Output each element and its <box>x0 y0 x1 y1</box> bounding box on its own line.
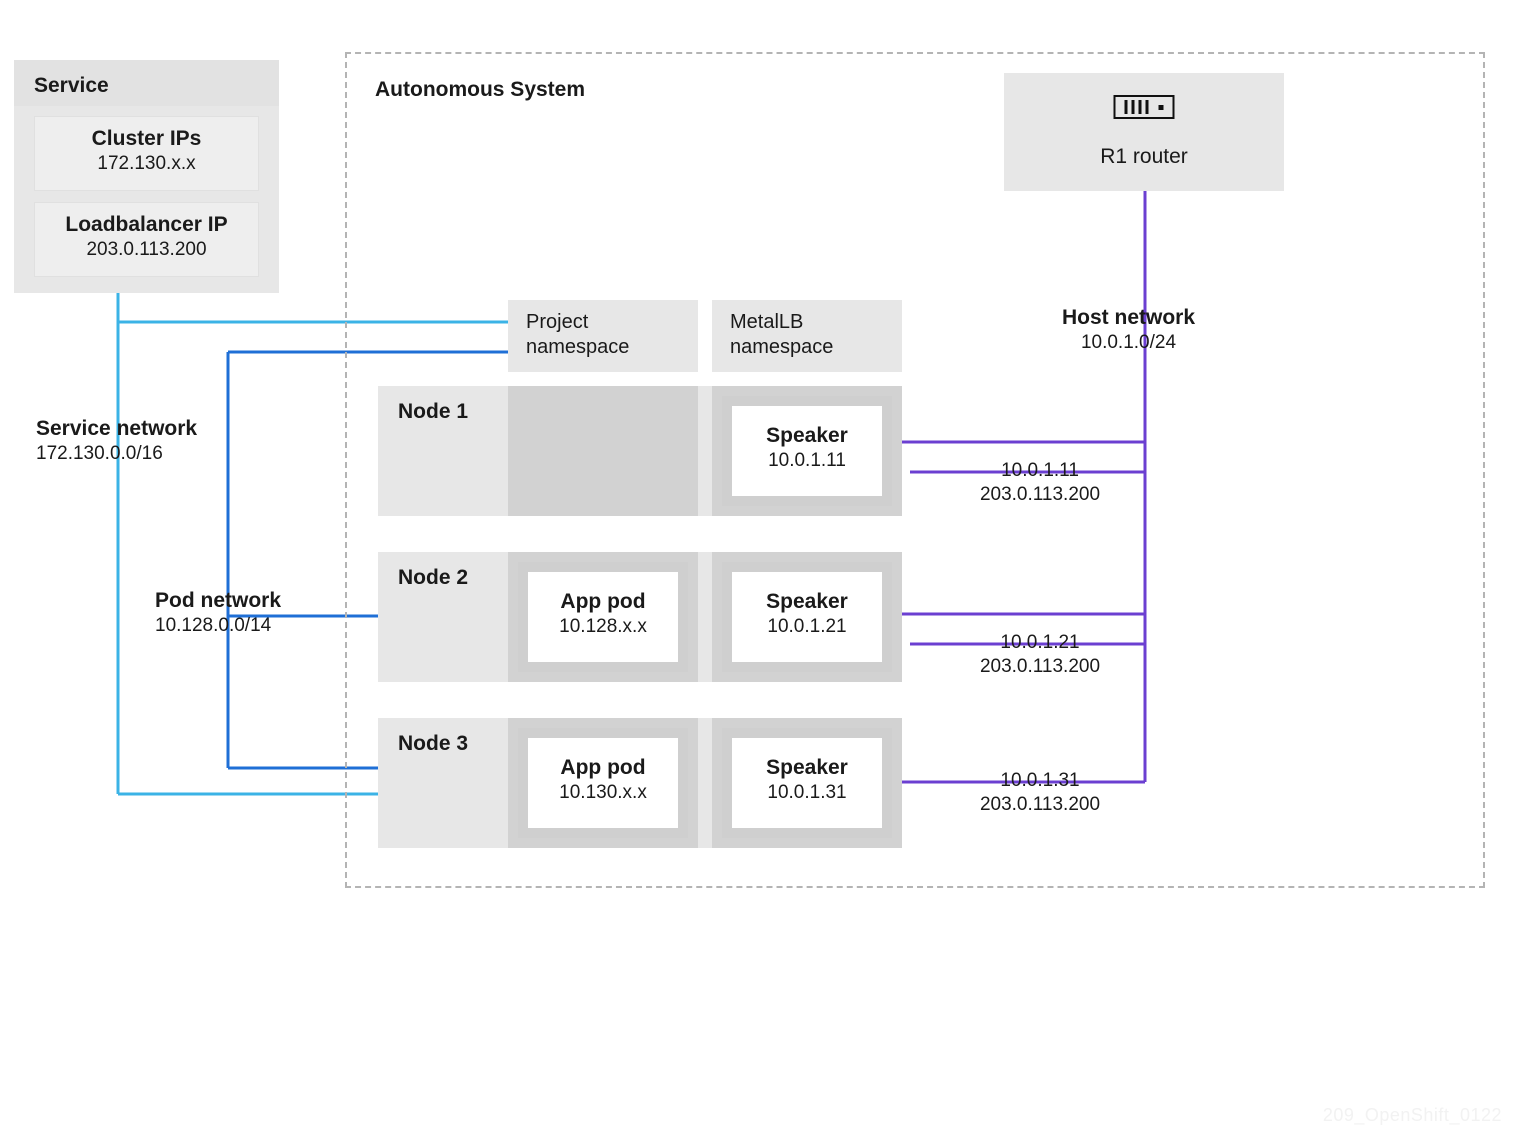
node-1-row: Node 1 Speaker 10.0.1.11 <box>378 386 902 516</box>
router-icon <box>1114 95 1175 119</box>
lb-ip-box: Loadbalancer IP 203.0.113.200 <box>34 202 259 277</box>
node-2-app-pod: App pod 10.128.x.x <box>518 562 688 672</box>
router-panel: R1 router <box>1004 73 1284 191</box>
node-3-row: Node 3 App pod 10.130.x.x Speaker 10.0.1… <box>378 718 902 848</box>
host-network-label: Host network 10.0.1.0/24 <box>1062 306 1195 354</box>
service-panel: Service Cluster IPs 172.130.x.x Loadbala… <box>14 60 279 293</box>
lb-ip-label: Loadbalancer IP <box>35 213 258 237</box>
router-label: R1 router <box>1004 145 1284 169</box>
as-title: Autonomous System <box>375 78 585 102</box>
node-2-bgp: 10.0.1.21 203.0.113.200 <box>950 630 1130 678</box>
node-1-label: Node 1 <box>378 386 488 438</box>
node-2-row: Node 2 App pod 10.128.x.x Speaker 10.0.1… <box>378 552 902 682</box>
service-title: Service <box>14 60 279 112</box>
node-1-bgp: 10.0.1.11 203.0.113.200 <box>950 458 1130 506</box>
pod-network-label: Pod network 10.128.0.0/14 <box>155 589 281 637</box>
node-3-bgp: 10.0.1.31 203.0.113.200 <box>950 768 1130 816</box>
node-3-speaker: Speaker 10.0.1.31 <box>722 728 892 838</box>
cluster-ips-value: 172.130.x.x <box>35 153 258 175</box>
project-namespace-header: Project namespace <box>508 300 698 372</box>
node-1-speaker: Speaker 10.0.1.11 <box>722 396 892 506</box>
node-2-speaker: Speaker 10.0.1.21 <box>722 562 892 672</box>
node-1-project-slot <box>508 386 698 516</box>
node-3-label: Node 3 <box>378 718 488 770</box>
node-2-label: Node 2 <box>378 552 488 604</box>
watermark: 209_OpenShift_0122 <box>1323 1105 1502 1126</box>
cluster-ips-label: Cluster IPs <box>35 127 258 151</box>
lb-ip-value: 203.0.113.200 <box>35 239 258 261</box>
node-3-app-pod: App pod 10.130.x.x <box>518 728 688 838</box>
cluster-ips-box: Cluster IPs 172.130.x.x <box>34 116 259 191</box>
service-network-label: Service network 172.130.0.0/16 <box>36 417 197 465</box>
metallb-namespace-header: MetalLB namespace <box>712 300 902 372</box>
